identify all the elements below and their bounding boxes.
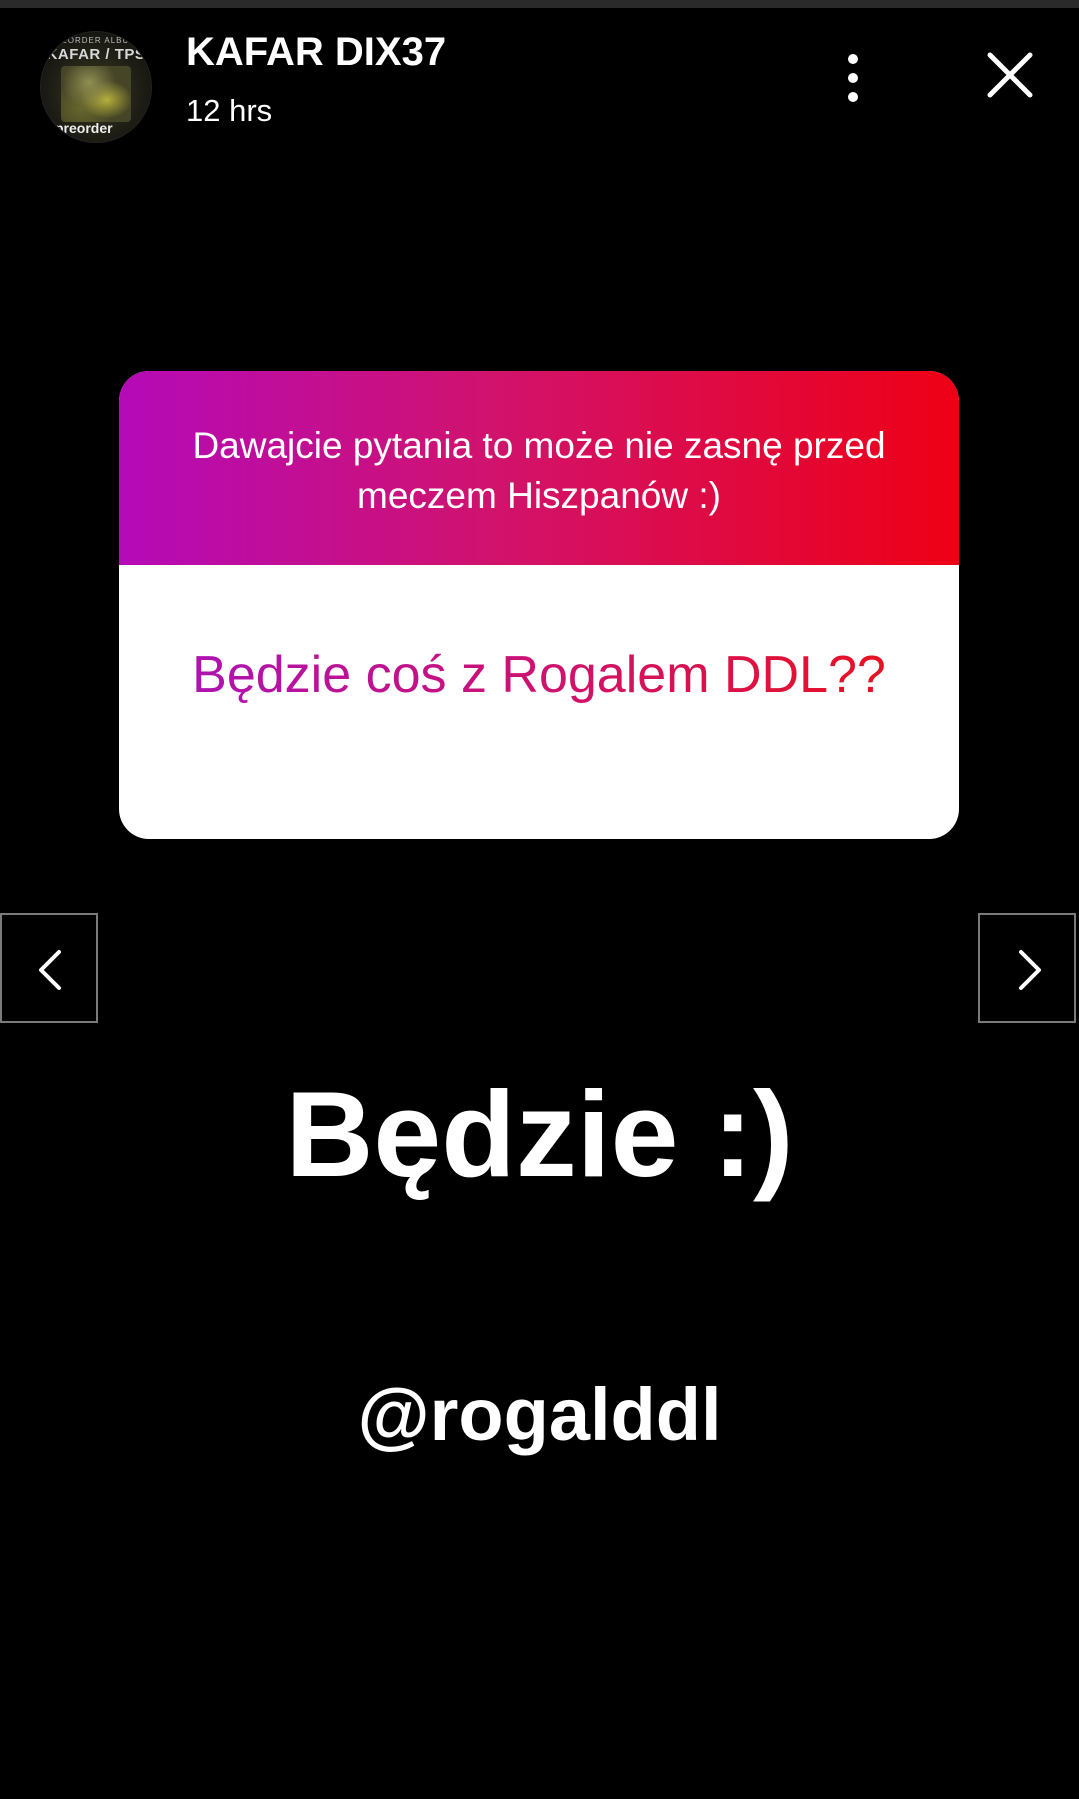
- avatar-title-text: KAFAR / TPS: [46, 46, 146, 63]
- question-text: Będzie coś z Rogalem DDL??: [179, 631, 899, 719]
- more-vertical-icon: [848, 54, 858, 64]
- next-story-button[interactable]: [978, 913, 1076, 1023]
- more-vertical-icon-dot: [848, 92, 858, 102]
- close-icon: [987, 52, 1033, 98]
- question-sticker: Dawajcie pytania to może nie zasnę przed…: [119, 371, 959, 839]
- mention-link[interactable]: @rogalddl: [0, 1372, 1079, 1457]
- previous-story-button[interactable]: [0, 913, 98, 1023]
- author-name[interactable]: KAFAR DIX37: [186, 30, 446, 75]
- post-time: 12 hrs: [186, 93, 273, 128]
- answer-text: Będzie :): [285, 1066, 794, 1202]
- close-button[interactable]: [980, 45, 1040, 105]
- chevron-left-icon: [39, 950, 61, 990]
- more-vertical-icon-dot: [848, 73, 858, 83]
- question-prompt: Dawajcie pytania to może nie zasnę przed…: [192, 425, 886, 516]
- avatar-bottom-text: preorder: [55, 120, 113, 136]
- chevron-right-icon: [1019, 950, 1041, 990]
- avatar-artwork: [61, 66, 131, 122]
- avatar-top-text: PREORDER ALBUMU: [48, 36, 144, 45]
- more-options-button[interactable]: [834, 48, 874, 108]
- avatar[interactable]: PREORDER ALBUMU KAFAR / TPS preorder: [40, 31, 152, 143]
- question-sticker-header: Dawajcie pytania to może nie zasnę przed…: [119, 371, 959, 565]
- status-strip: [0, 0, 1079, 8]
